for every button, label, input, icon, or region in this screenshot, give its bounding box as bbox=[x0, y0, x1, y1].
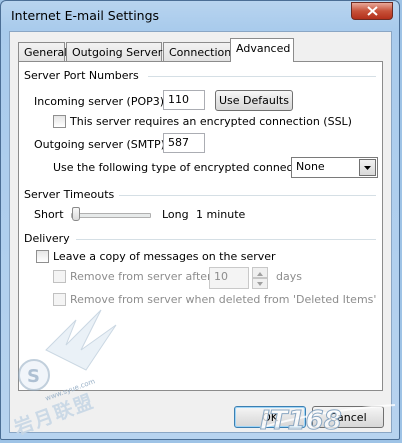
outgoing-server-label: Outgoing server (SMTP): bbox=[34, 138, 169, 151]
remove-after-checkbox[interactable] bbox=[53, 270, 66, 283]
tab-label: General bbox=[24, 46, 68, 59]
remove-when-deleted-checkbox[interactable] bbox=[53, 293, 66, 306]
tab-outgoing-server[interactable]: Outgoing Server bbox=[66, 42, 162, 61]
dropdown-arrow-button[interactable] bbox=[359, 159, 376, 176]
group-divider bbox=[148, 76, 376, 77]
use-defaults-button[interactable]: Use Defaults bbox=[215, 90, 293, 111]
encryption-type-value: None bbox=[296, 160, 325, 173]
tab-label: Advanced bbox=[236, 42, 291, 55]
incoming-port-value: 110 bbox=[168, 93, 189, 106]
timeout-group-title: Server Timeouts bbox=[24, 188, 115, 201]
remove-after-label: Remove from server after bbox=[70, 270, 212, 283]
spin-up-button[interactable] bbox=[252, 267, 268, 278]
timeout-slider-track[interactable] bbox=[71, 213, 151, 218]
encryption-type-select[interactable]: None bbox=[291, 157, 378, 178]
close-icon bbox=[367, 6, 378, 16]
timeout-value: 1 minute bbox=[196, 208, 246, 221]
port-group-title: Server Port Numbers bbox=[24, 69, 139, 82]
leave-copy-checkbox[interactable] bbox=[36, 250, 49, 263]
remove-when-deleted-label: Remove from server when deleted from 'De… bbox=[70, 293, 377, 306]
timeout-long-label: Long bbox=[162, 208, 189, 221]
tab-label: Outgoing Server bbox=[72, 46, 163, 59]
dialog-window: Internet E-mail Settings General Outgoin… bbox=[0, 0, 400, 440]
incoming-server-label: Incoming server (POP3): bbox=[34, 95, 168, 108]
ssl-label: This server requires an encrypted connec… bbox=[70, 115, 352, 128]
chevron-down-icon bbox=[364, 166, 371, 170]
timeout-slider-thumb[interactable] bbox=[72, 207, 81, 221]
group-divider bbox=[119, 195, 376, 196]
chevron-down-icon bbox=[257, 282, 263, 286]
incoming-port-input[interactable]: 110 bbox=[163, 90, 205, 110]
spin-down-button[interactable] bbox=[252, 278, 268, 289]
tab-connection[interactable]: Connection bbox=[163, 42, 231, 61]
days-value: 10 bbox=[214, 270, 228, 283]
timeout-short-label: Short bbox=[34, 208, 64, 221]
advanced-panel: Server Port Numbers Incoming server (POP… bbox=[18, 61, 383, 391]
encryption-type-label: Use the following type of encrypted conn… bbox=[53, 161, 318, 174]
window-title: Internet E-mail Settings bbox=[11, 8, 160, 23]
tab-advanced[interactable]: Advanced bbox=[230, 38, 294, 62]
ok-label: OK bbox=[262, 411, 278, 424]
cancel-label: Cancel bbox=[329, 411, 367, 424]
title-bar[interactable]: Internet E-mail Settings bbox=[1, 1, 399, 29]
days-unit-label: days bbox=[276, 270, 302, 283]
cancel-button[interactable]: Cancel bbox=[312, 406, 384, 428]
chevron-up-icon bbox=[257, 272, 263, 276]
tab-label: Connection bbox=[169, 46, 232, 59]
ok-button[interactable]: OK bbox=[234, 406, 306, 428]
ssl-checkbox[interactable] bbox=[53, 115, 66, 128]
delivery-group-title: Delivery bbox=[24, 232, 70, 245]
days-spinner[interactable] bbox=[252, 267, 268, 289]
use-defaults-label: Use Defaults bbox=[219, 94, 289, 107]
group-divider bbox=[76, 239, 376, 240]
close-button[interactable] bbox=[351, 2, 393, 20]
outgoing-port-value: 587 bbox=[168, 136, 189, 149]
days-input[interactable]: 10 bbox=[209, 267, 249, 289]
tab-general[interactable]: General bbox=[18, 42, 68, 61]
leave-copy-label: Leave a copy of messages on the server bbox=[53, 250, 276, 263]
outgoing-port-input[interactable]: 587 bbox=[163, 133, 205, 153]
dialog-client-area: General Outgoing Server Connection Advan… bbox=[9, 31, 392, 433]
